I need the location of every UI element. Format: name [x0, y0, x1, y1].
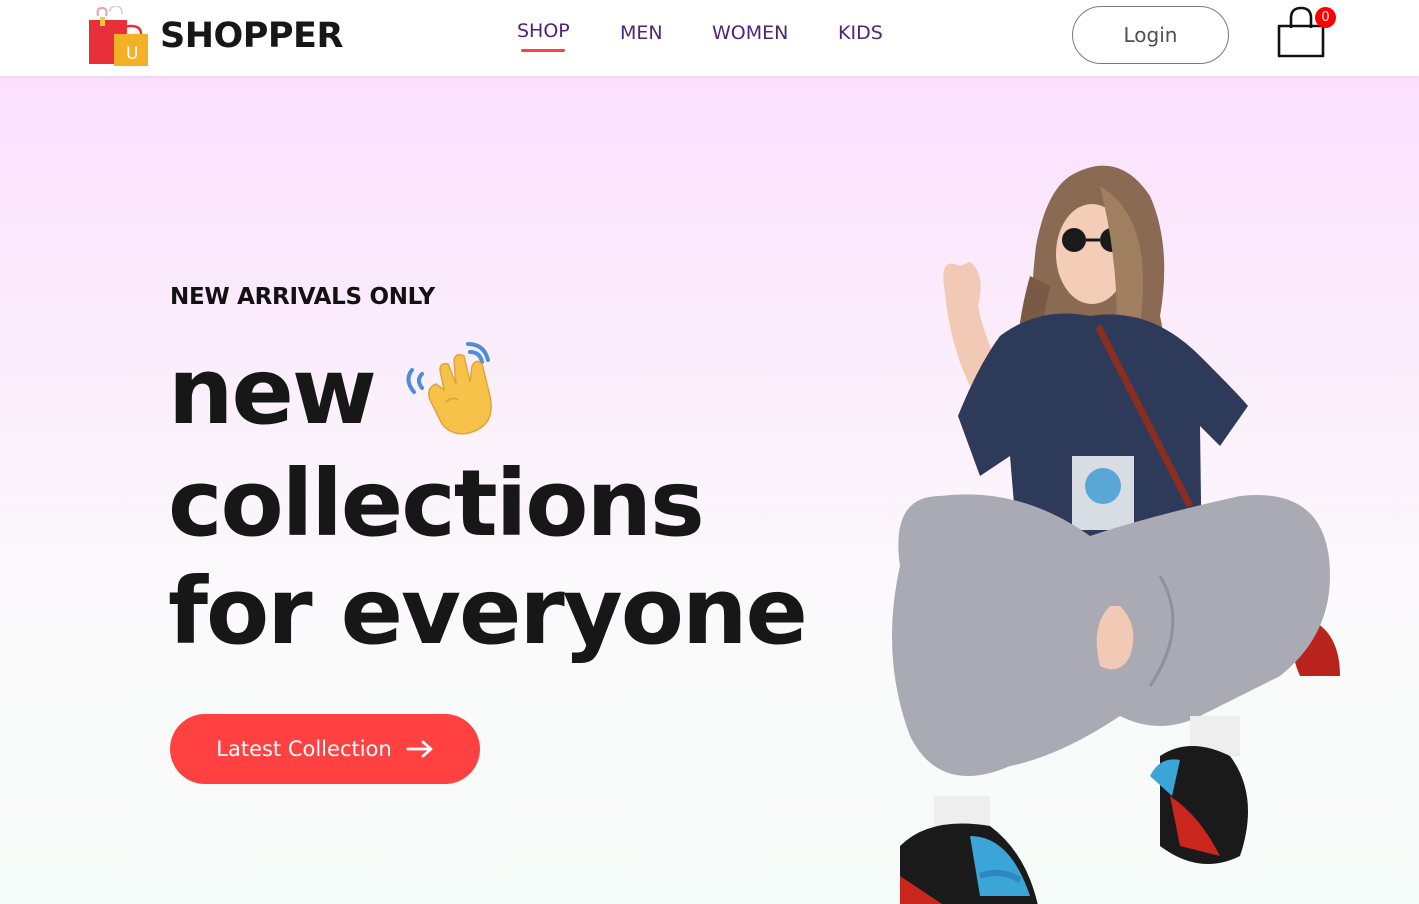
hero-headline-line-3: for everyone [168, 558, 808, 665]
navbar: U SHOPPER SHOP MEN WOMEN KIDS Login 0 [0, 0, 1419, 76]
cta-label: Latest Collection [216, 737, 392, 761]
active-nav-indicator [521, 49, 565, 52]
cart-count-badge: 0 [1315, 7, 1336, 28]
nav-item-shop[interactable]: SHOP [517, 20, 570, 50]
nav-item-kids[interactable]: KIDS [838, 22, 883, 52]
nav-item-women[interactable]: WOMEN [712, 22, 788, 52]
latest-collection-button[interactable]: Latest Collection [170, 714, 480, 784]
waving-hand-icon [406, 342, 492, 435]
hero-section: NEW ARRIVALS ONLY new collections for ev… [0, 76, 1419, 904]
model-photo [892, 165, 1340, 904]
hero-eyebrow: NEW ARRIVALS ONLY [170, 284, 435, 310]
nav-item-men[interactable]: MEN [620, 22, 663, 52]
hero-headline-line-2: collections [168, 450, 705, 557]
login-button[interactable]: Login [1072, 6, 1229, 64]
arrow-right-icon [406, 740, 433, 758]
hero-headline-line-1: new [168, 338, 377, 445]
